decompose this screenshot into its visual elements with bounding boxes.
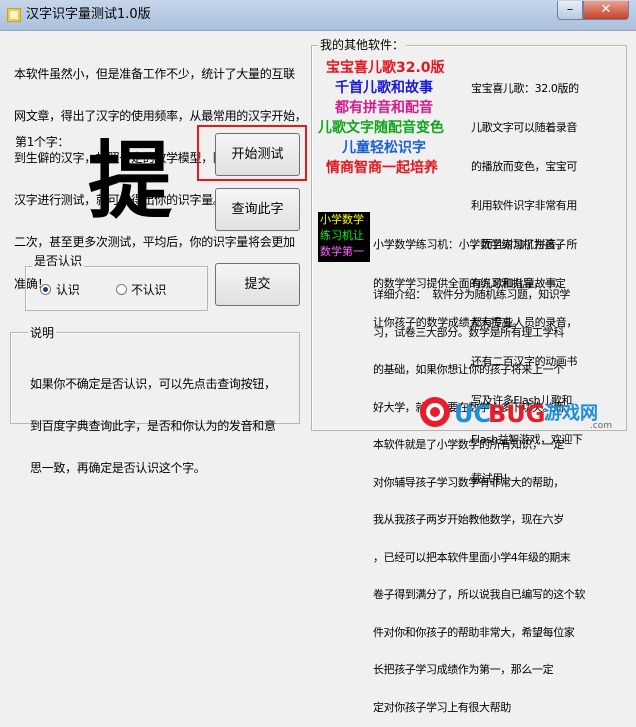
minimize-button[interactable]: –	[557, 1, 583, 20]
math-detail-line: 卷子得到满分了，所以说我自已编写的这个软	[373, 588, 585, 601]
explain-text: 如果你不确定是否认识，可以先点击查询按钮， 到百度字典查询此字，是否和你认为的发…	[30, 349, 276, 489]
math-logo-line: 小学数学	[320, 213, 364, 226]
no-radio-label[interactable]: 不认识	[131, 283, 166, 297]
explain-line: 到百度字典查询此字，是否和你认为的发音和意	[30, 419, 276, 433]
explain-line: 如果你不确定是否认识，可以先点击查询按钮，	[30, 377, 276, 391]
math-detail-line: 定对你孩子学习上有很大帮助	[373, 700, 511, 714]
watermark-brand-bug: BUG	[488, 400, 546, 428]
ad-description-line: 的播放而变色，宝宝可	[471, 160, 577, 173]
ad-line[interactable]: 宝宝喜儿歌32.0版	[326, 58, 466, 78]
ad-line[interactable]: 千首儿歌和故事	[335, 78, 466, 98]
app-icon	[7, 8, 21, 22]
watermark-logo-icon	[420, 397, 450, 427]
submit-button[interactable]: 提交	[215, 263, 300, 306]
math-detail-line: 件对你和你孩子的帮助非常大，希望每位家	[373, 625, 575, 639]
math-detail-line: 详细介绍： 软件分为随机练习题，知识学	[373, 288, 570, 301]
math-logo-line: 数学第一	[320, 245, 364, 258]
math-detail-line: 我从我孩子两岁开始教他数学，现在六岁	[373, 513, 564, 526]
yes-radio[interactable]	[40, 284, 51, 295]
watermark-brand-uc: UC	[454, 400, 492, 428]
char-counter-label: 第1个字：	[15, 135, 70, 149]
close-button[interactable]: ✕	[583, 1, 629, 20]
query-char-button[interactable]: 查询此字	[215, 188, 300, 231]
explain-line: 思一致，再确定是否认识这个字。	[30, 461, 206, 475]
watermark-domain: .com	[590, 421, 613, 431]
no-radio[interactable]	[116, 284, 127, 295]
math-detail-line: 长把孩子学习成绩作为第一，那么一定	[373, 663, 554, 676]
ad-description-line: 利用软件识字非常有用	[471, 199, 577, 212]
intro-line: 本软件虽然小，但是准备工作不少，统计了大量的互联	[14, 67, 295, 81]
math-detail: 详细介绍： 软件分为随机练习题，知识学 习，试卷三大部分。数学是所有理工学科 的…	[373, 264, 585, 727]
ad-line[interactable]: 儿歌文字随配音变色	[318, 118, 466, 138]
math-detail-line: 本软件就是了小学数学的所有知识，一定	[373, 438, 564, 451]
ad-description-line: 宝宝喜儿歌：32.0版的	[471, 82, 579, 95]
title-bar[interactable]: 汉字识字量测试1.0版 – ✕	[0, 0, 636, 31]
yes-radio-label[interactable]: 认识	[56, 283, 80, 297]
ad-line[interactable]: 情商智商一起培养	[326, 158, 466, 178]
ad-line[interactable]: 儿童轻松识字	[342, 138, 466, 158]
math-summary-line: 小学数学练习机：小学数学练习机为孩子	[373, 238, 566, 251]
math-detail-line: 的基础，如果你想让你的孩子将来上一个	[373, 363, 564, 376]
ad-line[interactable]: 都有拼音和配音	[335, 98, 466, 118]
site-watermark: UC BUG 游戏网 .com	[418, 393, 618, 435]
window-title: 汉字识字量测试1.0版	[26, 7, 151, 22]
highlight-box	[197, 125, 307, 181]
math-detail-line: 习，试卷三大部分。数学是所有理工学科	[373, 325, 564, 339]
recognize-legend: 是否认识	[32, 254, 85, 268]
explain-legend: 说明	[28, 326, 57, 340]
math-detail-line: ，已经可以把本软件里面小学4年级的期末	[373, 550, 571, 564]
intro-line: 网文章，得出了汉字的使用频率，从最常用的汉字开始，	[14, 109, 307, 123]
intro-line: 二次，甚至更多次测试，平均后，你的识字量将会更加	[14, 235, 295, 249]
current-character: 提	[88, 131, 173, 230]
other-software-legend: 我的其他软件：	[318, 38, 407, 52]
math-logo[interactable]: 小学数学 练习机让 数学第一	[318, 212, 370, 262]
ad-banner[interactable]: 宝宝喜儿歌32.0版 千首儿歌和故事 都有拼音和配音 儿歌文字随配音变色 儿童轻…	[318, 58, 466, 178]
math-detail-line: 对你辅导孩子学习数学有非常大的帮助，	[373, 475, 564, 489]
math-logo-line: 练习机让	[320, 229, 364, 242]
ad-description-line: 儿歌文字可以随着录音	[471, 121, 577, 134]
